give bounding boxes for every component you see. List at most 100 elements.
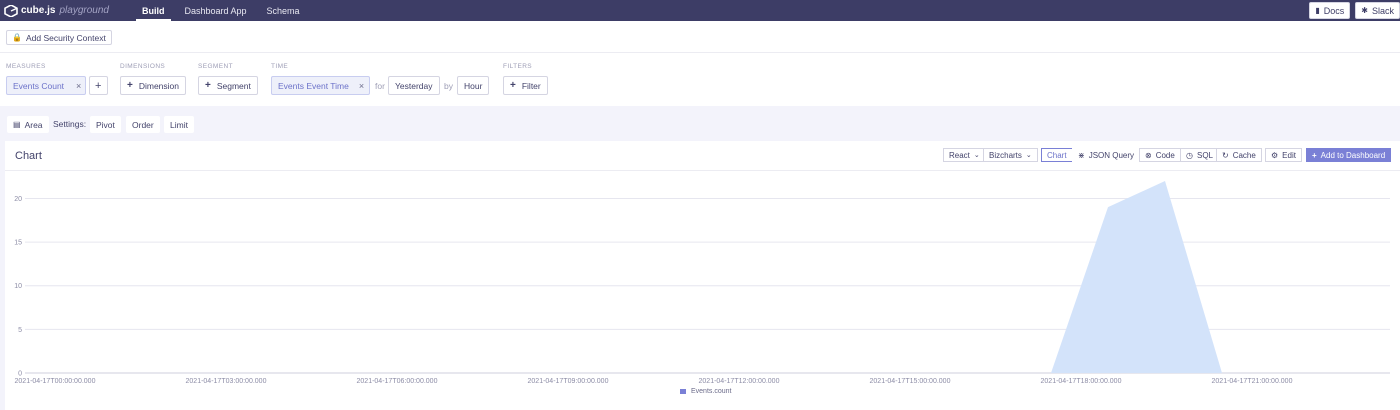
chart-type-value: Area xyxy=(24,119,43,130)
plus-icon: + xyxy=(205,80,211,91)
y-tick-label: 0 xyxy=(18,371,22,378)
time-dimension-value: Events Event Time xyxy=(278,80,349,91)
plus-icon: + xyxy=(510,80,516,91)
measures-label: MEASURES xyxy=(6,63,46,70)
x-tick-label: 2021-04-17T12:00:00.000 xyxy=(699,378,780,385)
y-tick-label: 15 xyxy=(14,240,22,247)
add-filter-label: Filter xyxy=(521,80,541,91)
x-tick-label: 2021-04-17T06:00:00.000 xyxy=(357,378,438,385)
lock-icon: 🔒 xyxy=(12,33,22,42)
logo-subtitle: playground xyxy=(59,5,109,16)
card-divider xyxy=(5,170,1400,171)
nav-build[interactable]: Build xyxy=(132,0,175,21)
remove-time-close-icon[interactable]: × xyxy=(359,81,364,91)
x-tick-label: 2021-04-17T00:00:00.000 xyxy=(15,378,96,385)
measure-value: Events Count xyxy=(13,80,65,91)
add-to-dashboard-label: Add to Dashboard xyxy=(1320,150,1386,160)
order-button[interactable]: Order xyxy=(126,116,160,133)
add-dimension-button[interactable]: + Dimension xyxy=(120,76,186,95)
edit-label: Edit xyxy=(1282,150,1296,160)
tab-sql[interactable]: ◷ SQL xyxy=(1180,148,1219,162)
x-tick-label: 2021-04-17T03:00:00.000 xyxy=(186,378,267,385)
filters-label: FILTERS xyxy=(503,63,533,70)
measure-pill-events-count[interactable]: Events Count × xyxy=(6,76,86,95)
add-filter-button[interactable]: + Filter xyxy=(503,76,548,95)
add-measure-button[interactable]: + xyxy=(89,76,108,95)
add-security-context-button[interactable]: 🔒 Add Security Context xyxy=(6,30,112,45)
chart-legend[interactable]: Events.count xyxy=(680,388,731,395)
document-icon: ▮ xyxy=(1315,6,1320,15)
tab-json-query-label: JSON Query xyxy=(1088,150,1135,160)
tab-cache-label: Cache xyxy=(1232,150,1256,160)
y-tick-label: 10 xyxy=(14,283,22,290)
remove-measure-close-icon[interactable]: × xyxy=(76,81,81,91)
nav-dashboard-app[interactable]: Dashboard App xyxy=(175,0,257,21)
tab-cache[interactable]: ↻ Cache xyxy=(1216,148,1262,162)
segment-label: SEGMENT xyxy=(198,63,233,70)
date-range-select[interactable]: Yesterday xyxy=(388,76,440,95)
database-icon: ◷ xyxy=(1186,150,1193,160)
library-select[interactable]: Bizcharts ⌄ xyxy=(983,148,1038,162)
x-tick-label: 2021-04-17T18:00:00.000 xyxy=(1041,378,1122,385)
edit-button[interactable]: ⚙ Edit xyxy=(1265,148,1302,162)
for-word: for xyxy=(375,81,385,91)
library-value: Bizcharts xyxy=(989,150,1022,160)
y-tick-label: 5 xyxy=(18,327,22,334)
dimensions-label: DIMENSIONS xyxy=(120,63,166,70)
area-chart: 05101520 2021-04-17T00:00:00.000 2021-04-… xyxy=(14,181,1390,385)
y-axis-ticks: 0 5 10 15 20 xyxy=(14,196,22,378)
slack-button[interactable]: ✱ Slack xyxy=(1355,2,1400,19)
chevron-down-icon: ⌄ xyxy=(973,152,980,159)
plus-icon: + xyxy=(1312,150,1317,160)
add-segment-button[interactable]: + Segment xyxy=(198,76,258,95)
y-tick-label: 20 xyxy=(14,196,22,203)
brackets-icon: ⋇ xyxy=(1078,150,1085,160)
x-tick-label: 2021-04-17T15:00:00.000 xyxy=(870,378,951,385)
granularity-select[interactable]: Hour xyxy=(457,76,490,95)
add-segment-label: Segment xyxy=(216,80,251,91)
time-label: TIME xyxy=(271,63,289,70)
refresh-icon: ↻ xyxy=(1222,150,1229,160)
tab-chart[interactable]: Chart xyxy=(1041,148,1073,162)
tab-sql-label: SQL xyxy=(1196,150,1213,160)
security-context-bar xyxy=(0,21,1400,53)
docs-label: Docs xyxy=(1323,5,1345,16)
code-icon: ⊗ xyxy=(1145,150,1152,160)
add-security-context-label: Add Security Context xyxy=(25,32,106,43)
plus-icon: + xyxy=(127,80,133,91)
settings-label: Settings: xyxy=(53,119,87,129)
gear-icon: ⚙ xyxy=(1271,150,1279,160)
legend-label: Events.count xyxy=(691,388,732,395)
chart-type-select[interactable]: ▤ Area xyxy=(7,116,49,133)
cube-logo-icon xyxy=(4,3,18,18)
granularity-value: Hour xyxy=(464,80,483,91)
chart-area-series xyxy=(25,181,1336,373)
tab-code-label: Code xyxy=(1155,150,1175,160)
slack-icon: ✱ xyxy=(1361,6,1368,15)
area-chart-icon: ▤ xyxy=(13,120,21,129)
area-series-events-count xyxy=(25,181,1336,373)
card-title: Chart xyxy=(15,150,42,162)
add-to-dashboard-button[interactable]: + Add to Dashboard xyxy=(1306,148,1392,162)
x-tick-label: 2021-04-17T21:00:00.000 xyxy=(1212,378,1293,385)
pivot-button[interactable]: Pivot xyxy=(90,116,121,133)
limit-button[interactable]: Limit xyxy=(164,116,194,133)
time-dimension-pill[interactable]: Events Event Time × xyxy=(271,76,370,95)
framework-select[interactable]: React ⌄ xyxy=(943,148,986,162)
logo-word: cube.js xyxy=(21,5,56,16)
by-word: by xyxy=(444,81,453,91)
x-tick-label: 2021-04-17T09:00:00.000 xyxy=(528,378,609,385)
top-nav: cube.js playground Build Dashboard App S… xyxy=(0,0,1400,21)
tab-code[interactable]: ⊗ Code xyxy=(1139,148,1181,162)
nav-schema[interactable]: Schema xyxy=(257,0,310,21)
docs-button[interactable]: ▮ Docs xyxy=(1309,2,1351,19)
plus-icon: + xyxy=(95,79,102,92)
legend-swatch xyxy=(680,389,686,394)
slack-label: Slack xyxy=(1371,5,1394,16)
date-range-value: Yesterday xyxy=(395,80,433,91)
chevron-down-icon: ⌄ xyxy=(1025,152,1032,159)
add-dimension-label: Dimension xyxy=(138,80,179,91)
x-axis-ticks: 2021-04-17T00:00:00.000 2021-04-17T03:00:… xyxy=(15,378,1293,385)
cubejs-logo[interactable]: cube.js playground xyxy=(4,3,132,18)
tab-json-query[interactable]: ⋇ JSON Query xyxy=(1072,148,1141,162)
